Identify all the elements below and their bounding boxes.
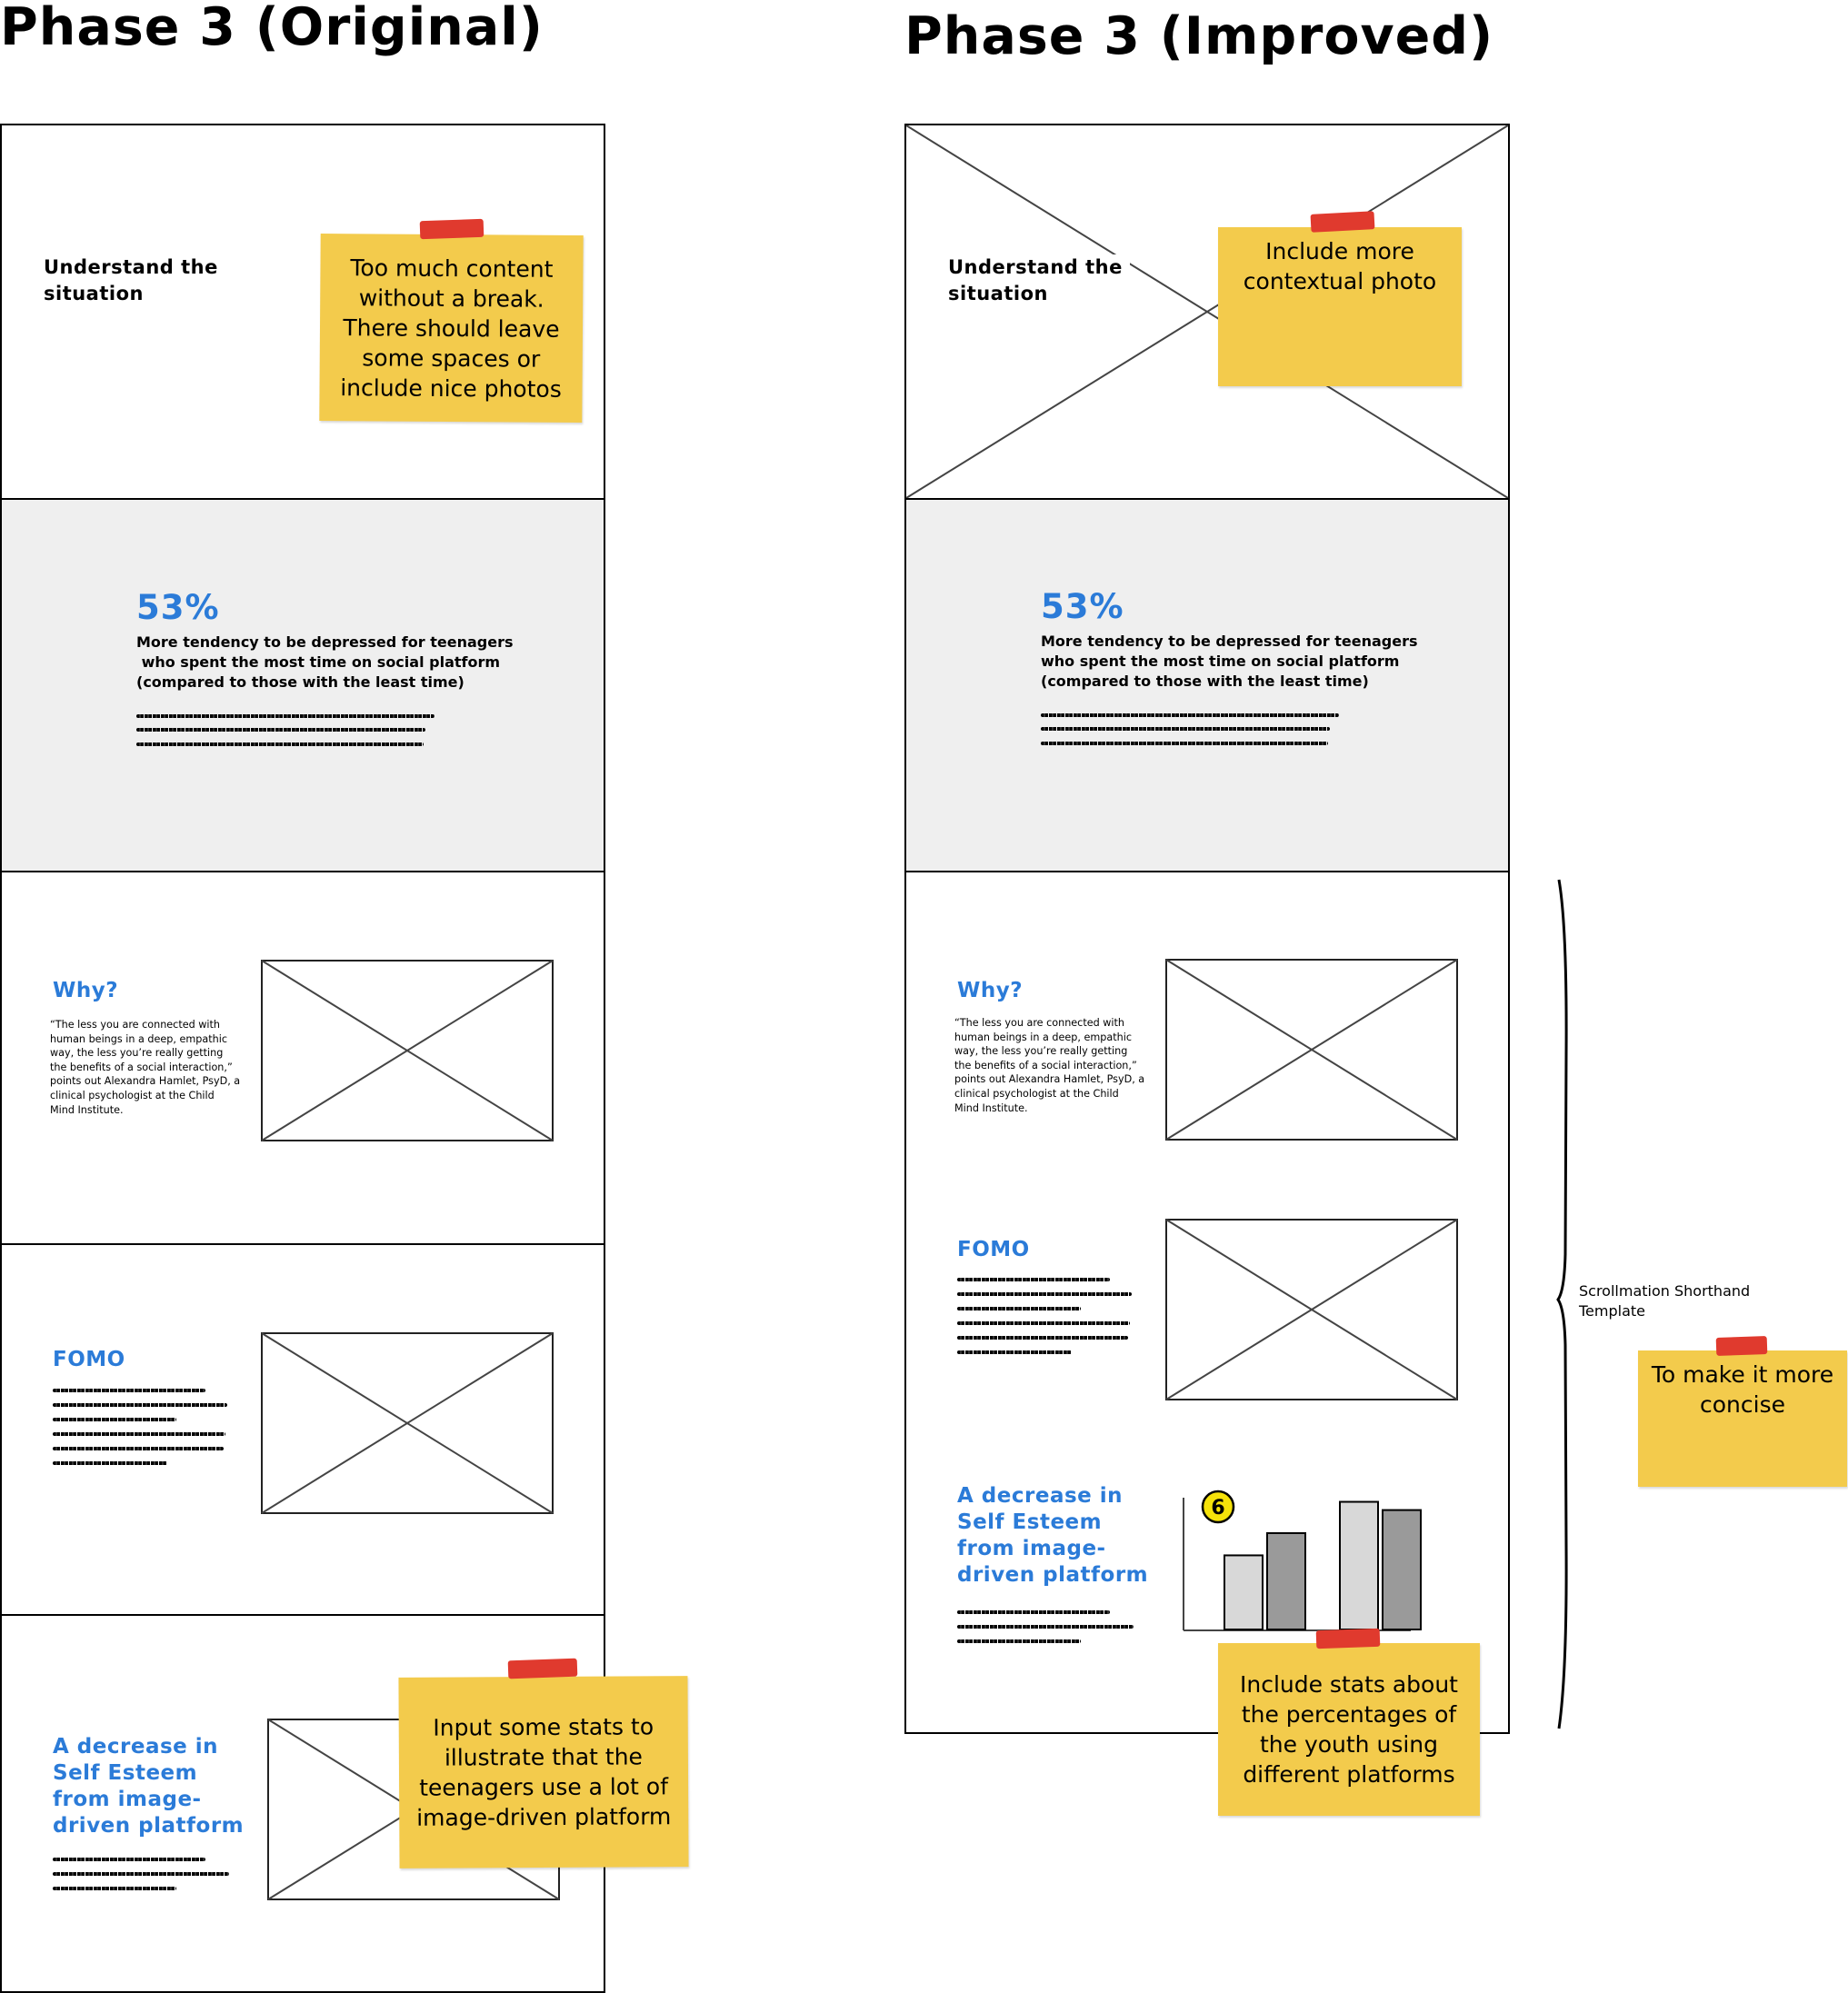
placeholder-text-line: [53, 1418, 176, 1421]
sticky-note-contextual-photo: Include more contextual photo: [1218, 227, 1462, 386]
image-placeholder: [261, 1332, 554, 1514]
situation-label: Understand the situation: [44, 256, 218, 304]
original-panel-3: Why? “The less you are connected with hu…: [0, 871, 605, 1245]
placeholder-text-line: [957, 1278, 1110, 1281]
title-original: Phase 3 (Original): [0, 0, 544, 57]
placeholder-text-line: [53, 1389, 205, 1392]
sticky-note-input-stats: Input some stats to illustrate that the …: [398, 1676, 689, 1868]
stat-value: 53%: [1041, 587, 1124, 626]
sticky-note-text: Include stats about the percentages of t…: [1239, 1671, 1458, 1788]
placeholder-text-line: [1041, 713, 1339, 717]
tape: [1310, 211, 1375, 233]
sticky-note-too-much-content: Too much content without a break. There …: [319, 233, 584, 424]
image-placeholder: [1165, 959, 1458, 1141]
placeholder-text-line: [957, 1625, 1134, 1629]
placeholder-text-line: [1041, 742, 1328, 745]
bar-4: [1382, 1509, 1422, 1630]
stat-description: More tendency to be depressed for teenag…: [136, 633, 514, 691]
bar-3: [1339, 1500, 1379, 1630]
sticky-note-include-stats: Include stats about the percentages of t…: [1218, 1643, 1480, 1816]
placeholder-text-line: [957, 1307, 1081, 1310]
self-esteem-heading: A decrease in Self Esteem from image-dri…: [53, 1735, 245, 1838]
self-esteem-heading: A decrease in Self Esteem from image-dri…: [957, 1484, 1149, 1587]
curly-brace: [1556, 879, 1568, 1729]
placeholder-text-line: [136, 742, 424, 746]
tape: [419, 218, 484, 240]
placeholder-text-line: [957, 1321, 1130, 1325]
quote-text: “The less you are connected with human b…: [954, 1017, 1145, 1114]
original-panel-4: FOMO: [0, 1243, 605, 1616]
original-panel-2: 53% More tendency to be depressed for te…: [0, 498, 605, 872]
bar-2: [1266, 1531, 1306, 1630]
tape: [1315, 1628, 1381, 1649]
improved-panel-3: Why? “The less you are connected with hu…: [904, 871, 1510, 1734]
why-heading: Why?: [53, 979, 119, 1002]
placeholder-text-line: [53, 1447, 224, 1450]
quote-text: “The less you are connected with human b…: [50, 1019, 241, 1116]
sticky-note-concise: To make it more concise: [1638, 1350, 1847, 1487]
bar-chart: 6: [1183, 1490, 1422, 1631]
title-improved: Phase 3 (Improved): [904, 6, 1494, 66]
chart-badge-label: 6: [1211, 1497, 1224, 1520]
why-heading: Why?: [957, 979, 1024, 1002]
placeholder-text-line: [53, 1887, 176, 1890]
placeholder-text-line: [957, 1336, 1128, 1340]
placeholder-text-line: [53, 1858, 205, 1861]
placeholder-text-line: [53, 1461, 167, 1465]
placeholder-text-line: [136, 728, 425, 732]
bracket-label: Scrollmation Shorthand Template: [1579, 1282, 1751, 1320]
fomo-heading: FOMO: [53, 1348, 125, 1371]
placeholder-text-line: [53, 1432, 225, 1436]
tape: [507, 1658, 578, 1679]
sticky-note-text: To make it more concise: [1651, 1361, 1834, 1418]
image-placeholder: [1165, 1219, 1458, 1400]
situation-label: Understand the situation: [948, 254, 1130, 307]
stat-value: 53%: [136, 588, 220, 627]
placeholder-text-line: [957, 1350, 1072, 1354]
stat-description: More tendency to be depressed for teenag…: [1041, 633, 1418, 690]
placeholder-text-line: [1041, 727, 1330, 731]
placeholder-text-line: [957, 1292, 1132, 1296]
placeholder-text-line: [957, 1639, 1081, 1643]
tape: [1715, 1336, 1768, 1356]
image-placeholder: [261, 960, 554, 1141]
placeholder-text-line: [53, 1872, 229, 1876]
improved-panel-2: 53% More tendency to be depressed for te…: [904, 498, 1510, 872]
bar-1: [1224, 1554, 1264, 1630]
sticky-note-text: Input some stats to illustrate that the …: [416, 1713, 672, 1831]
fomo-heading: FOMO: [957, 1238, 1030, 1261]
placeholder-text-line: [53, 1403, 227, 1407]
sticky-note-text: Include more contextual photo: [1243, 238, 1437, 294]
sticky-note-text: Too much content without a break. There …: [340, 254, 562, 403]
placeholder-text-line: [136, 714, 435, 718]
placeholder-text-line: [957, 1610, 1110, 1614]
